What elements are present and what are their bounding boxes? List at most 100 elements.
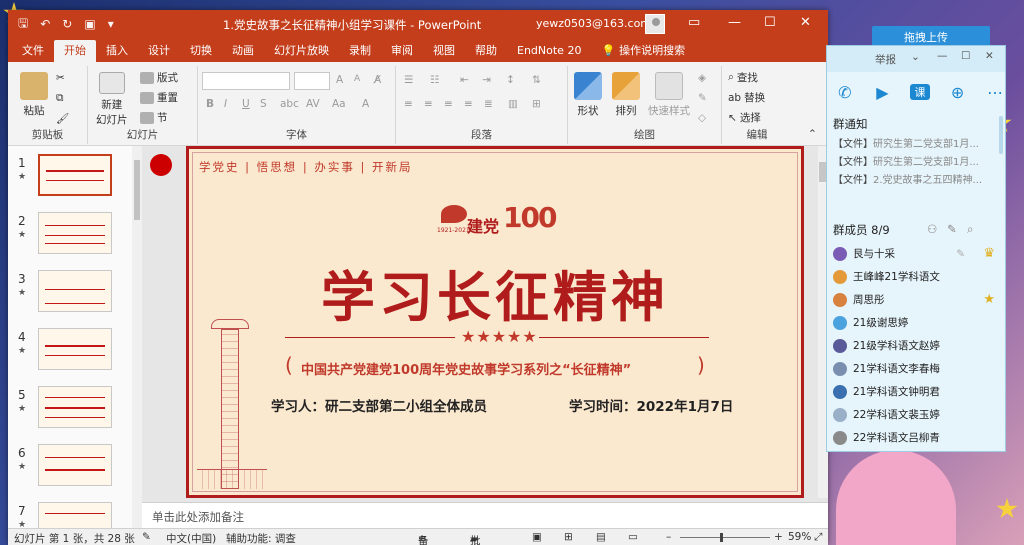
tab-record[interactable]: 录制 [339, 40, 381, 62]
tab-design[interactable]: 设计 [138, 40, 180, 62]
justify-icon[interactable]: ≡ [464, 98, 473, 110]
record-indicator-icon[interactable] [150, 154, 172, 176]
replace-button[interactable]: ab 替换 [728, 90, 765, 105]
layout-button[interactable]: 版式 [140, 70, 178, 85]
member-item[interactable]: 22学科语文吕柳青 [833, 426, 1005, 449]
select-button[interactable]: ↖ 选择 [728, 110, 761, 125]
spacing-icon[interactable]: AV [306, 98, 320, 110]
tab-help[interactable]: 帮助 [465, 40, 507, 62]
font-size-combo[interactable] [294, 72, 330, 90]
edit-icon[interactable]: ✎ [956, 248, 965, 260]
minimize-icon[interactable]: — [728, 15, 741, 30]
arrange-button[interactable]: 排列 [612, 72, 640, 118]
shape-outline-icon[interactable]: ✎ [698, 92, 707, 104]
phone-icon[interactable]: ✆ [835, 83, 855, 102]
font-color-icon[interactable]: A [362, 98, 369, 110]
tab-view[interactable]: 视图 [423, 40, 465, 62]
member-item[interactable]: 王峰峰21学科语文 [833, 265, 1005, 288]
shape-effects-icon[interactable]: ◇ [698, 112, 706, 124]
line-spacing-icon[interactable]: ↕ [506, 74, 515, 86]
account-avatar[interactable] [645, 14, 665, 34]
collapse-ribbon-icon[interactable]: ⌃ [808, 128, 817, 140]
invite-icon[interactable]: ⚇ [927, 222, 937, 236]
slideshow-icon[interactable]: ▣ [84, 17, 95, 31]
tab-home[interactable]: 开始 [54, 40, 96, 62]
change-case-button[interactable]: Aa [332, 98, 346, 110]
language-status[interactable]: 中文(中国) [166, 531, 216, 545]
zoom-slider[interactable] [680, 537, 770, 538]
member-item[interactable]: 21学科语文钟明君 [833, 380, 1005, 403]
thumbnail-scrollbar[interactable] [132, 146, 142, 528]
normal-view-icon[interactable]: ▣ [532, 531, 542, 543]
tab-insert[interactable]: 插入 [96, 40, 138, 62]
notes-pane[interactable]: 单击此处添加备注 [142, 502, 828, 528]
member-item[interactable]: 21级谢思婷 [833, 311, 1005, 334]
thumbnail-item[interactable]: 2 ★ [8, 210, 142, 268]
member-item[interactable]: 21学科语文李春梅 [833, 357, 1005, 380]
notice-file-item[interactable]: 【文件】研究生第二党支部1月... [833, 136, 1001, 154]
distribute-icon[interactable]: ≣ [484, 98, 493, 110]
classroom-icon[interactable]: 课 [910, 84, 930, 100]
slideshow-view-icon[interactable]: ▭ [628, 531, 638, 543]
shadow-button[interactable]: S [260, 98, 267, 110]
spellcheck-icon[interactable]: ✎ [142, 531, 151, 543]
increase-indent-icon[interactable]: ⇥ [482, 74, 491, 86]
slide-canvas[interactable]: 学党史 | 悟思想 | 办实事 | 开新局 1921-2021 建党 100 学… [186, 146, 804, 498]
more-icon[interactable]: ⋯ [985, 83, 1005, 102]
align-left-icon[interactable]: ≡ [404, 98, 413, 110]
account-name[interactable]: yewz0503@163.com [536, 17, 651, 30]
drag-upload-button[interactable]: 拖拽上传 [872, 26, 990, 46]
thumbnail-item[interactable]: 4 ★ [8, 326, 142, 384]
tab-slideshow[interactable]: 幻灯片放映 [264, 40, 339, 62]
search-icon[interactable]: ⌕ [967, 222, 973, 237]
ribbon-display-icon[interactable]: ▭ [688, 15, 700, 30]
tab-transitions[interactable]: 切换 [180, 40, 222, 62]
underline-button[interactable]: U [242, 98, 250, 110]
close-icon[interactable]: ✕ [985, 50, 994, 62]
member-item[interactable]: 艮与十采 ✎ ♛ [833, 242, 1005, 265]
clear-format-icon[interactable]: A̸ [374, 74, 381, 86]
notice-file-item[interactable]: 【文件】研究生第二党支部1月... [833, 154, 1001, 172]
close-icon[interactable]: ✕ [800, 15, 811, 30]
zoom-out-icon[interactable]: – [666, 531, 671, 543]
thumbnail-item[interactable]: 1 ★ [8, 152, 142, 210]
edit-icon[interactable]: ✎ [947, 222, 957, 236]
cut-icon[interactable]: ✂ [56, 72, 65, 84]
dropdown-icon[interactable]: ⌄ [911, 51, 920, 63]
tab-review[interactable]: 审阅 [381, 40, 423, 62]
report-link[interactable]: 举报 [875, 52, 896, 67]
bold-button[interactable]: B [206, 98, 214, 110]
shapes-button[interactable]: 形状 [574, 72, 602, 118]
decrease-indent-icon[interactable]: ⇤ [460, 74, 469, 86]
notice-file-item[interactable]: 【文件】2.党史故事之五四精神... [833, 172, 1001, 190]
save-icon[interactable]: 🖫 [18, 14, 28, 35]
align-right-icon[interactable]: ≡ [444, 98, 453, 110]
thumbnail-item[interactable]: 6 ★ [8, 442, 142, 500]
new-slide-button[interactable]: 新建 幻灯片 [96, 72, 128, 127]
bullets-icon[interactable]: ☰ [404, 74, 413, 86]
paste-button[interactable]: 粘贴 [20, 72, 48, 118]
notice-scrollbar[interactable] [999, 116, 1003, 154]
format-painter-icon[interactable]: 🖌 [56, 112, 69, 125]
copy-icon[interactable]: ⧉ [56, 92, 64, 105]
slide-sorter-icon[interactable]: ⊞ [564, 531, 573, 543]
thumbnail-item[interactable]: 3 ★ [8, 268, 142, 326]
grow-font-button[interactable]: A [336, 74, 343, 86]
thumbnail-item[interactable]: 5 ★ [8, 384, 142, 442]
undo-icon[interactable]: ↶ [40, 17, 50, 31]
align-center-icon[interactable]: ≡ [424, 98, 433, 110]
customize-icon[interactable]: ▾ [108, 17, 114, 31]
tell-me-search[interactable]: 💡 操作说明搜索 [591, 40, 695, 62]
thumbnail-scroll-thumb[interactable] [134, 160, 140, 220]
zoom-level[interactable]: 59% [788, 531, 811, 543]
smartart-icon[interactable]: ⊞ [532, 98, 541, 110]
shape-fill-icon[interactable]: ◈ [698, 72, 706, 84]
member-item[interactable]: 21级学科语文赵婷 [833, 334, 1005, 357]
maximize-icon[interactable]: ☐ [764, 15, 776, 30]
reset-button[interactable]: 重置 [140, 90, 178, 105]
tab-file[interactable]: 文件 [12, 40, 54, 62]
zoom-slider-thumb[interactable] [720, 533, 723, 542]
columns-icon[interactable]: ▥ [508, 98, 518, 110]
numbering-icon[interactable]: ☷ [430, 74, 439, 86]
section-button[interactable]: 节 [140, 110, 168, 125]
